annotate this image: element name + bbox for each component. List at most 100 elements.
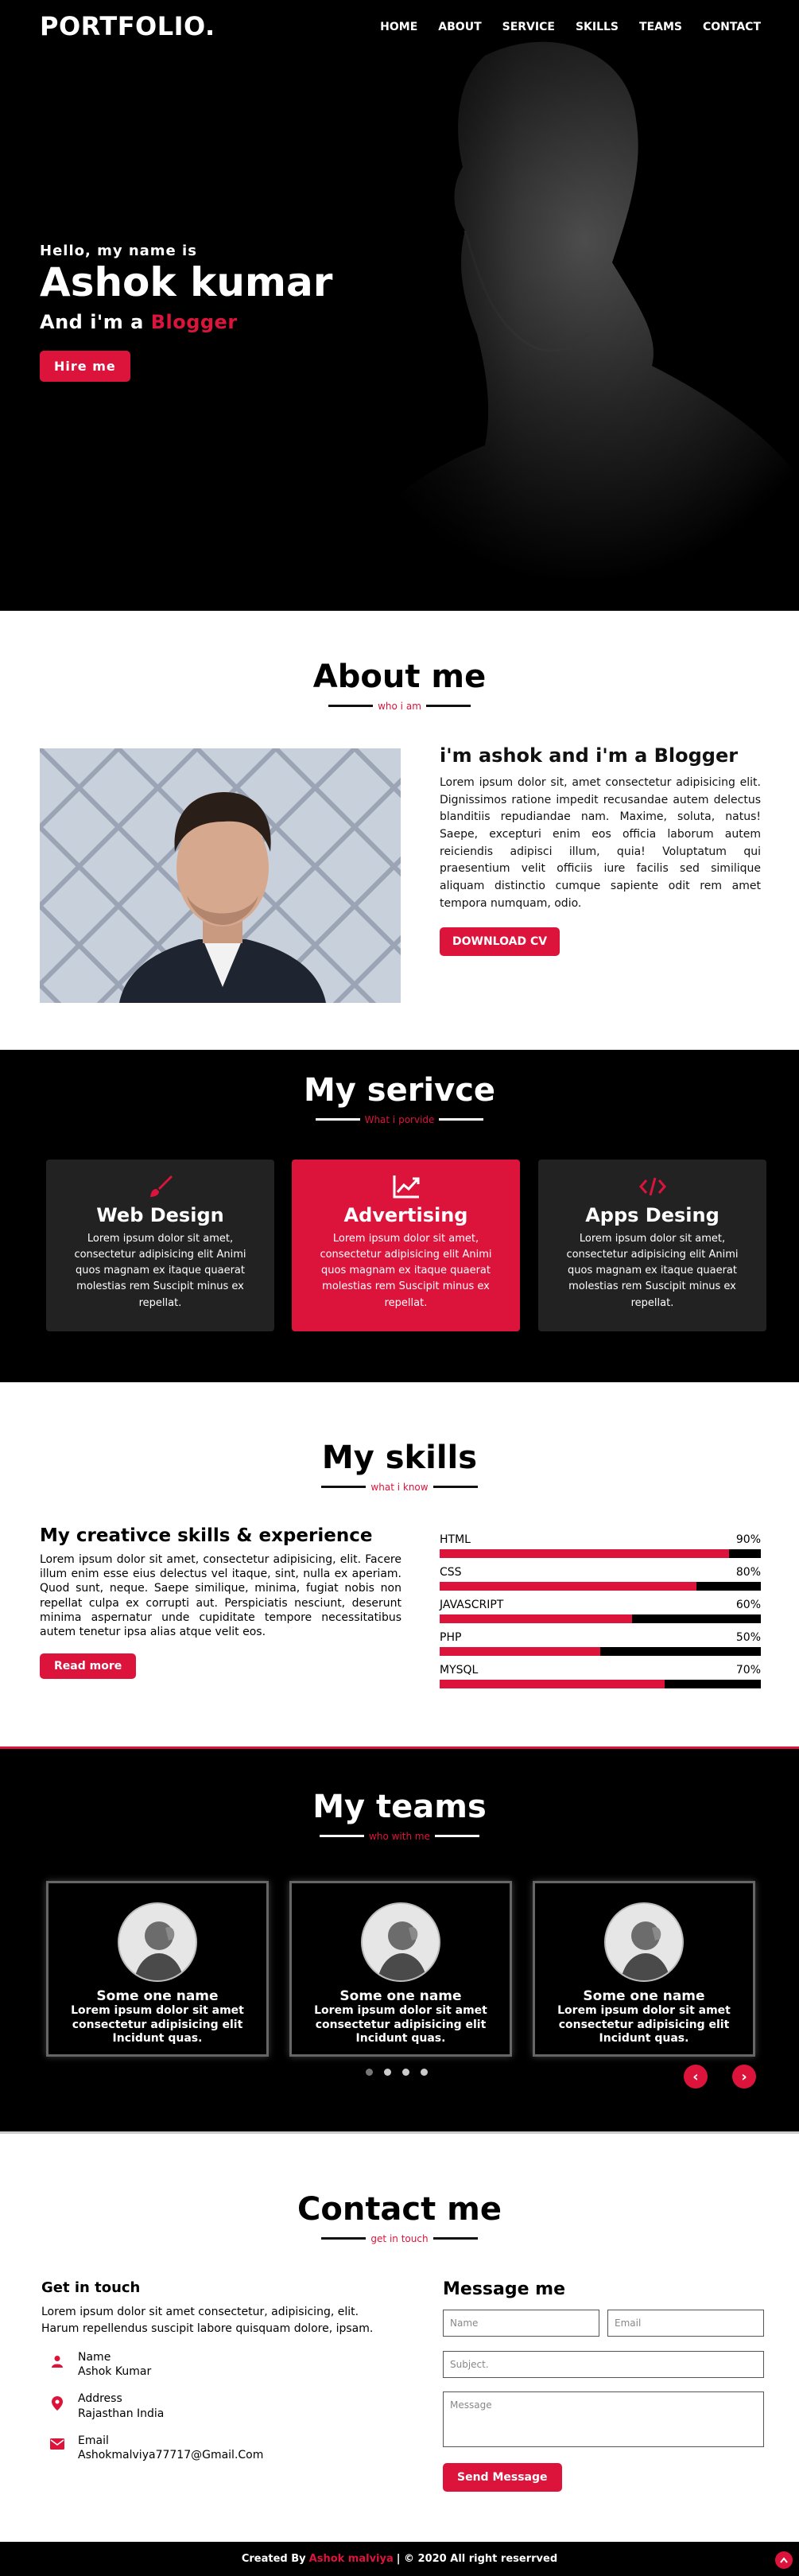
main-nav: HOME ABOUT SERVICE SKILLS TEAMS CONTACT xyxy=(380,21,761,33)
nav-home[interactable]: HOME xyxy=(380,21,417,33)
skill-bar-fill xyxy=(440,1614,633,1623)
teams-subtitle: who with me xyxy=(369,1830,430,1842)
service-title: Web Design xyxy=(96,1204,224,1226)
divider-line xyxy=(315,1118,360,1121)
contact-info-label: Address xyxy=(78,2392,122,2406)
skill-percent: 50% xyxy=(735,1631,761,1644)
hire-me-button[interactable]: Hire me xyxy=(40,351,130,382)
divider-line xyxy=(425,705,471,707)
about-heading: i'm ashok and i'm a Blogger xyxy=(440,744,739,767)
download-cv-button[interactable]: DOWNLOAD CV xyxy=(440,927,560,956)
footer-copyright: | © 2020 All right reserrved xyxy=(396,2553,558,2565)
site-logo[interactable]: PORTFOLIO. xyxy=(40,11,215,41)
teams-section: My teams who with me Some one name Lorem… xyxy=(0,1746,799,2131)
team-member-text: Lorem ipsum dolor sit amet consectetur a… xyxy=(314,2004,487,2045)
hero-name: Ashok kumar xyxy=(40,259,333,305)
hero-text: Hello, my name is Ashok kumar And i'm a … xyxy=(40,243,332,382)
skill-bar xyxy=(440,1647,761,1656)
scroll-to-top-button[interactable] xyxy=(775,2551,793,2569)
contact-info: Get in touch Lorem ipsum dolor sit amet … xyxy=(41,2279,399,2462)
footer-author-link[interactable]: Ashok malviya xyxy=(309,2553,394,2565)
carousel-prev-button[interactable]: ‹ xyxy=(684,2065,708,2088)
team-member-name: Some one name xyxy=(96,1988,219,2004)
contact-info-row: Name Ashok Kumar xyxy=(41,2350,399,2379)
chart-line-icon xyxy=(292,1171,520,1203)
skills-heading: My creativce skills & experience xyxy=(40,1525,373,1546)
name-field[interactable]: Name xyxy=(443,2310,599,2337)
contact-info-heading: Get in touch xyxy=(41,2279,141,2296)
hero-role-prefix: And i'm a xyxy=(40,311,144,333)
skill-bar xyxy=(440,1614,761,1623)
contact-form: Message me Name Email Subject. Message S… xyxy=(443,2279,764,2492)
contact-section: Contact me get in touch Get in touch Lor… xyxy=(0,2131,799,2542)
teams-title: My teams xyxy=(312,1789,487,1825)
carousel-next-button[interactable]: › xyxy=(732,2065,756,2088)
skills-body: Lorem ipsum dolor sit amet, consectetur … xyxy=(40,1553,401,1638)
skills-subtitle: what i know xyxy=(370,1481,429,1493)
team-card[interactable]: Some one name Lorem ipsum dolor sit amet… xyxy=(46,1881,269,2057)
hero-greeting: Hello, my name is xyxy=(40,243,197,259)
divider-line xyxy=(328,705,374,707)
skill-bar xyxy=(440,1549,761,1558)
contact-info-value: Ashokmalviya77717@Gmail.Com xyxy=(78,2448,264,2461)
skill-item: CSS 80% xyxy=(440,1566,761,1591)
contact-info-row: Address Rajasthan India xyxy=(41,2391,399,2420)
skill-name: JAVASCRIPT xyxy=(440,1599,504,1611)
message-field[interactable]: Message xyxy=(443,2391,764,2447)
read-more-button[interactable]: Read more xyxy=(40,1653,137,1680)
team-card[interactable]: Some one name Lorem ipsum dolor sit amet… xyxy=(289,1881,512,2057)
envelope-icon xyxy=(41,2434,73,2450)
teams-subtitle-row: who with me xyxy=(320,1831,479,1842)
contact-form-heading: Message me xyxy=(443,2279,566,2299)
divider-line xyxy=(432,2237,478,2240)
about-portrait-image xyxy=(40,748,401,1003)
nav-skills[interactable]: SKILLS xyxy=(576,21,619,33)
contact-title: Contact me xyxy=(297,2191,502,2228)
carousel-dot[interactable] xyxy=(402,2069,409,2076)
divider-line xyxy=(321,2237,367,2240)
carousel-dot[interactable] xyxy=(421,2069,428,2076)
chevron-up-icon xyxy=(780,2557,788,2563)
map-marker-icon xyxy=(41,2391,73,2411)
avatar xyxy=(118,1902,197,1982)
team-card[interactable]: Some one name Lorem ipsum dolor sit amet… xyxy=(533,1881,755,2057)
skill-percent: 80% xyxy=(735,1566,761,1579)
service-title: Apps Desing xyxy=(585,1204,719,1226)
contact-subtitle: get in touch xyxy=(370,2232,429,2244)
services-section: My serivce What i porvide Web Design Lor… xyxy=(0,1050,799,1382)
skill-bar xyxy=(440,1582,761,1591)
about-title-block: About me who i am xyxy=(0,659,799,712)
skill-bar-fill xyxy=(440,1680,665,1688)
nav-contact[interactable]: CONTACT xyxy=(703,21,761,33)
service-card-web-design[interactable]: Web Design Lorem ipsum dolor sit amet, c… xyxy=(46,1160,274,1331)
skill-percent: 60% xyxy=(735,1599,761,1611)
services-title: My serivce xyxy=(303,1072,496,1109)
contact-info-row: Email Ashokmalviya77717@Gmail.Com xyxy=(41,2434,399,2462)
send-message-button[interactable]: Send Message xyxy=(443,2463,562,2492)
avatar xyxy=(604,1902,684,1982)
email-field[interactable]: Email xyxy=(607,2310,764,2337)
team-member-text: Lorem ipsum dolor sit amet consectetur a… xyxy=(557,2004,731,2045)
nav-service[interactable]: SERVICE xyxy=(502,21,555,33)
nav-about[interactable]: ABOUT xyxy=(438,21,481,33)
skills-title-block: My skills what i know xyxy=(0,1440,799,1493)
paintbrush-icon xyxy=(46,1171,274,1203)
subject-field[interactable]: Subject. xyxy=(443,2351,764,2378)
user-icon xyxy=(41,2350,73,2368)
divider-line xyxy=(432,1486,478,1488)
skill-percent: 70% xyxy=(735,1664,761,1677)
contact-subtitle-row: get in touch xyxy=(321,2232,478,2244)
skills-title: My skills xyxy=(321,1440,478,1476)
skill-bar xyxy=(440,1680,761,1688)
contact-info-value: Ashok Kumar xyxy=(78,2365,152,2379)
carousel-dots xyxy=(366,2069,428,2076)
skill-name: PHP xyxy=(440,1631,462,1644)
skills-intro: My creativce skills & experience Lorem i… xyxy=(40,1525,401,1680)
nav-teams[interactable]: TEAMS xyxy=(639,21,682,33)
hero-section: PORTFOLIO. HOME ABOUT SERVICE SKILLS TEA… xyxy=(0,0,799,611)
about-section: About me who i am i'm ashok and i'm a Bl… xyxy=(0,611,799,1050)
carousel-dot[interactable] xyxy=(384,2069,391,2076)
carousel-dot[interactable] xyxy=(366,2069,373,2076)
service-card-advertising[interactable]: Advertising Lorem ipsum dolor sit amet, … xyxy=(292,1160,520,1331)
service-card-apps-design[interactable]: Apps Desing Lorem ipsum dolor sit amet, … xyxy=(538,1160,766,1331)
